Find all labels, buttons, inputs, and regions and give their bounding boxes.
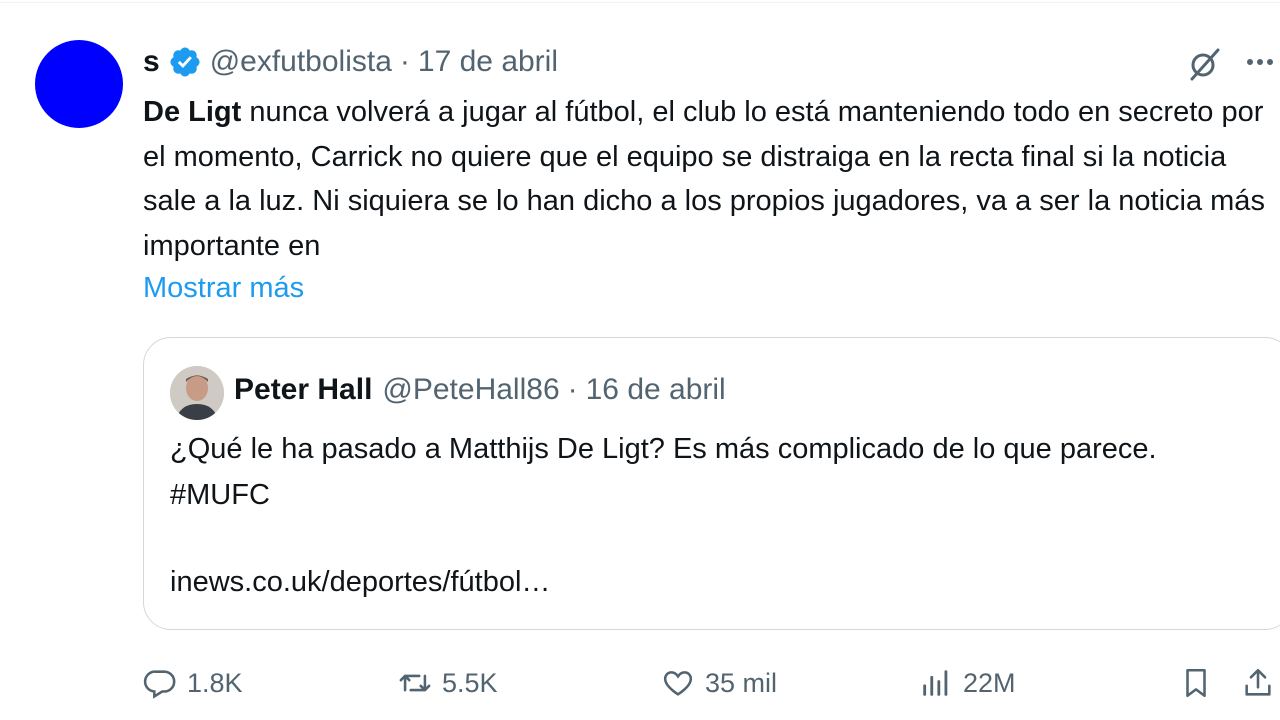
views-icon — [923, 670, 948, 696]
tweet-date[interactable]: 17 de abril — [418, 45, 558, 79]
more-options-icon[interactable] — [1244, 44, 1280, 80]
bookmark-button[interactable] — [1179, 660, 1223, 706]
tweet-actions: 1.8K 5.5K 35 mil 22M — [143, 660, 1280, 706]
quoted-author-name[interactable]: Peter Hall — [234, 373, 372, 407]
author-name[interactable]: s — [143, 45, 160, 79]
quoted-tweet-date[interactable]: 16 de abril — [586, 373, 726, 407]
quoted-tweet-text: ¿Qué le ha pasado a Matthijs De Ligt? Es… — [170, 433, 1157, 511]
like-count: 35 mil — [705, 667, 778, 698]
author-handle[interactable]: @exfutbolista — [210, 45, 392, 79]
show-more-link[interactable]: Mostrar más — [143, 268, 304, 308]
quoted-tweet[interactable]: Peter Hall @PeteHall86 · 16 de abril ¿Qu… — [143, 337, 1280, 630]
reply-count: 1.8K — [187, 667, 243, 698]
quoted-tweet-link[interactable]: inews.co.uk/deportes/fútbol… — [170, 562, 550, 602]
reply-icon — [143, 670, 176, 699]
quoted-author-avatar[interactable] — [170, 366, 224, 420]
heart-icon — [663, 671, 693, 696]
author-avatar[interactable] — [35, 40, 123, 128]
header-separator: · — [399, 45, 410, 78]
retweet-button[interactable]: 5.5K — [398, 660, 498, 706]
reply-button[interactable]: 1.8K — [143, 660, 243, 706]
verified-badge-icon — [170, 47, 200, 77]
tweet-header: s @exfutbolista · 17 de abril — [143, 42, 558, 82]
retweet-count: 5.5K — [442, 667, 498, 698]
retweet-icon — [399, 674, 431, 692]
tweet-text-body: nunca volverá a jugar al fútbol, el club… — [143, 96, 1265, 262]
quoted-author-handle[interactable]: @PeteHall86 — [382, 373, 559, 407]
share-button[interactable] — [1241, 660, 1280, 706]
like-button[interactable]: 35 mil — [661, 660, 777, 706]
share-icon — [1245, 668, 1271, 696]
grok-icon[interactable] — [1186, 46, 1222, 82]
bookmark-icon — [1186, 668, 1206, 698]
views-button[interactable]: 22M — [919, 660, 1016, 706]
top-divider — [0, 2, 1280, 3]
views-count: 22M — [963, 667, 1016, 698]
tweet-text: De Ligt nunca volverá a jugar al fútbol,… — [143, 90, 1278, 268]
tweet-text-mention: De Ligt — [143, 96, 242, 128]
quoted-header-separator: · — [567, 373, 578, 406]
quoted-tweet-header: Peter Hall @PeteHall86 · 16 de abril — [234, 370, 726, 410]
